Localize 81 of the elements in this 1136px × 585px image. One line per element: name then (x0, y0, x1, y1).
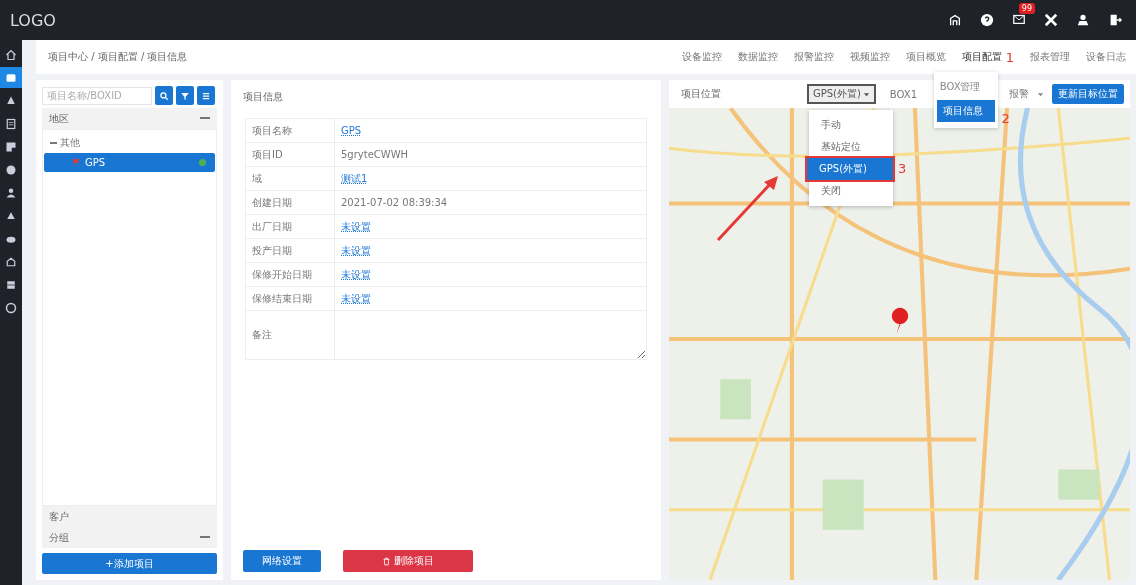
collapse-icon[interactable] (200, 117, 210, 120)
caret-icon (862, 90, 870, 98)
dropdown-option[interactable]: GPS(外置) (807, 158, 893, 180)
nav-tab[interactable]: 设备日志 (1086, 50, 1126, 64)
collapse-icon[interactable] (50, 141, 57, 145)
tree-item[interactable]: 其他 (60, 136, 80, 150)
user-icon (1076, 13, 1090, 27)
nav-tab[interactable]: 视频监控 (849, 50, 890, 64)
field-label: 创建日期 (252, 195, 292, 210)
nav-tab[interactable]: 数据监控 (737, 50, 778, 64)
trash-icon (382, 556, 391, 566)
monitor-icon (5, 71, 17, 84)
list-button[interactable] (197, 86, 215, 105)
section-label[interactable]: 客户 (49, 509, 69, 524)
section-label[interactable]: 分组 (49, 530, 69, 545)
value-link[interactable]: 未设置 (341, 267, 371, 282)
section-label[interactable]: 地区 (49, 111, 69, 126)
field-label: 备注 (252, 328, 272, 342)
list-icon (201, 90, 211, 101)
tree-item[interactable]: GPS (44, 153, 215, 172)
document-icon (5, 117, 17, 130)
house-icon (5, 255, 17, 268)
breadcrumb: 项目中心 / 项目配置 / 项目信息 (48, 50, 189, 64)
help-icon (980, 13, 994, 27)
filter-icon (180, 90, 190, 101)
warning-icon (5, 94, 17, 107)
location-dropdown[interactable]: GPS(外置) (806, 84, 876, 104)
user-icon (5, 186, 17, 199)
field-label: 投产日期 (252, 243, 292, 258)
ring-icon (5, 301, 17, 314)
search-icon (159, 90, 169, 101)
nav-tab[interactable]: 设备监控 (681, 50, 722, 64)
value-text: 2021-07-02 08:39:34 (341, 197, 448, 208)
value-link[interactable]: 未设置 (341, 219, 371, 234)
field-label: 保修开始日期 (252, 267, 312, 282)
alarm-label: 报警 (1009, 87, 1029, 101)
menu-item[interactable]: 项目信息 (936, 99, 995, 122)
logout-icon (1108, 13, 1122, 27)
filter-button[interactable] (176, 86, 194, 105)
home-icon (5, 48, 17, 61)
update-location-button[interactable]: 更新目标位置 (1052, 84, 1124, 104)
annotation-number: 1 (1005, 49, 1014, 65)
box-label: BOX1 (889, 88, 917, 100)
field-label: 域 (252, 171, 262, 186)
dot-icon (5, 163, 17, 176)
dropdown-option[interactable]: 手动 (809, 114, 893, 136)
field-label: 出厂日期 (252, 219, 292, 234)
grid-icon (5, 278, 17, 291)
add-project-button[interactable]: +添加项目 (42, 553, 217, 574)
field-label: 保修结束日期 (252, 291, 312, 306)
collapse-icon[interactable] (200, 536, 210, 539)
field-label: 项目名称 (252, 123, 292, 138)
annotation-number: 2 (1001, 110, 1010, 126)
value-link[interactable]: 未设置 (341, 291, 371, 306)
caret-icon (1037, 90, 1044, 98)
panel-title: 项目位置 (681, 87, 721, 101)
monitor-rail-button[interactable] (0, 67, 22, 88)
panel-title: 项目信息 (243, 90, 284, 104)
nav-tab[interactable]: 报警监控 (793, 50, 834, 64)
logo: LOGO (10, 10, 56, 30)
search-button[interactable] (155, 86, 173, 105)
section-header[interactable]: 分组 (42, 527, 217, 548)
notification-badge: 99 (1018, 2, 1035, 14)
nav-tab[interactable]: 项目概览 (905, 50, 946, 64)
annotation-number: 3 (898, 161, 907, 176)
building-icon (948, 13, 962, 27)
field-label: 项目ID (252, 147, 283, 162)
value-link[interactable]: 测试1 (341, 171, 368, 186)
value-text: 5gryteCWWH (341, 149, 409, 160)
nav-tab[interactable]: 项目配置 (961, 50, 1002, 64)
network-settings-button[interactable]: 网络设置 (243, 550, 321, 572)
nav-tab[interactable]: 报表管理 (1030, 50, 1070, 64)
dropdown-option[interactable]: 基站定位 (809, 136, 893, 158)
section-header[interactable]: 地区 (42, 108, 217, 129)
section-header[interactable]: 客户 (42, 506, 217, 527)
value-link[interactable]: 未设置 (341, 243, 371, 258)
delete-project-button[interactable]: 删除项目 (343, 550, 473, 572)
value-link[interactable]: GPS (341, 125, 362, 136)
search-field[interactable]: 项目名称/BOXID (42, 86, 152, 105)
menu-item[interactable]: BOX管理 (933, 75, 998, 98)
dropdown-option[interactable]: 关闭 (809, 180, 893, 202)
